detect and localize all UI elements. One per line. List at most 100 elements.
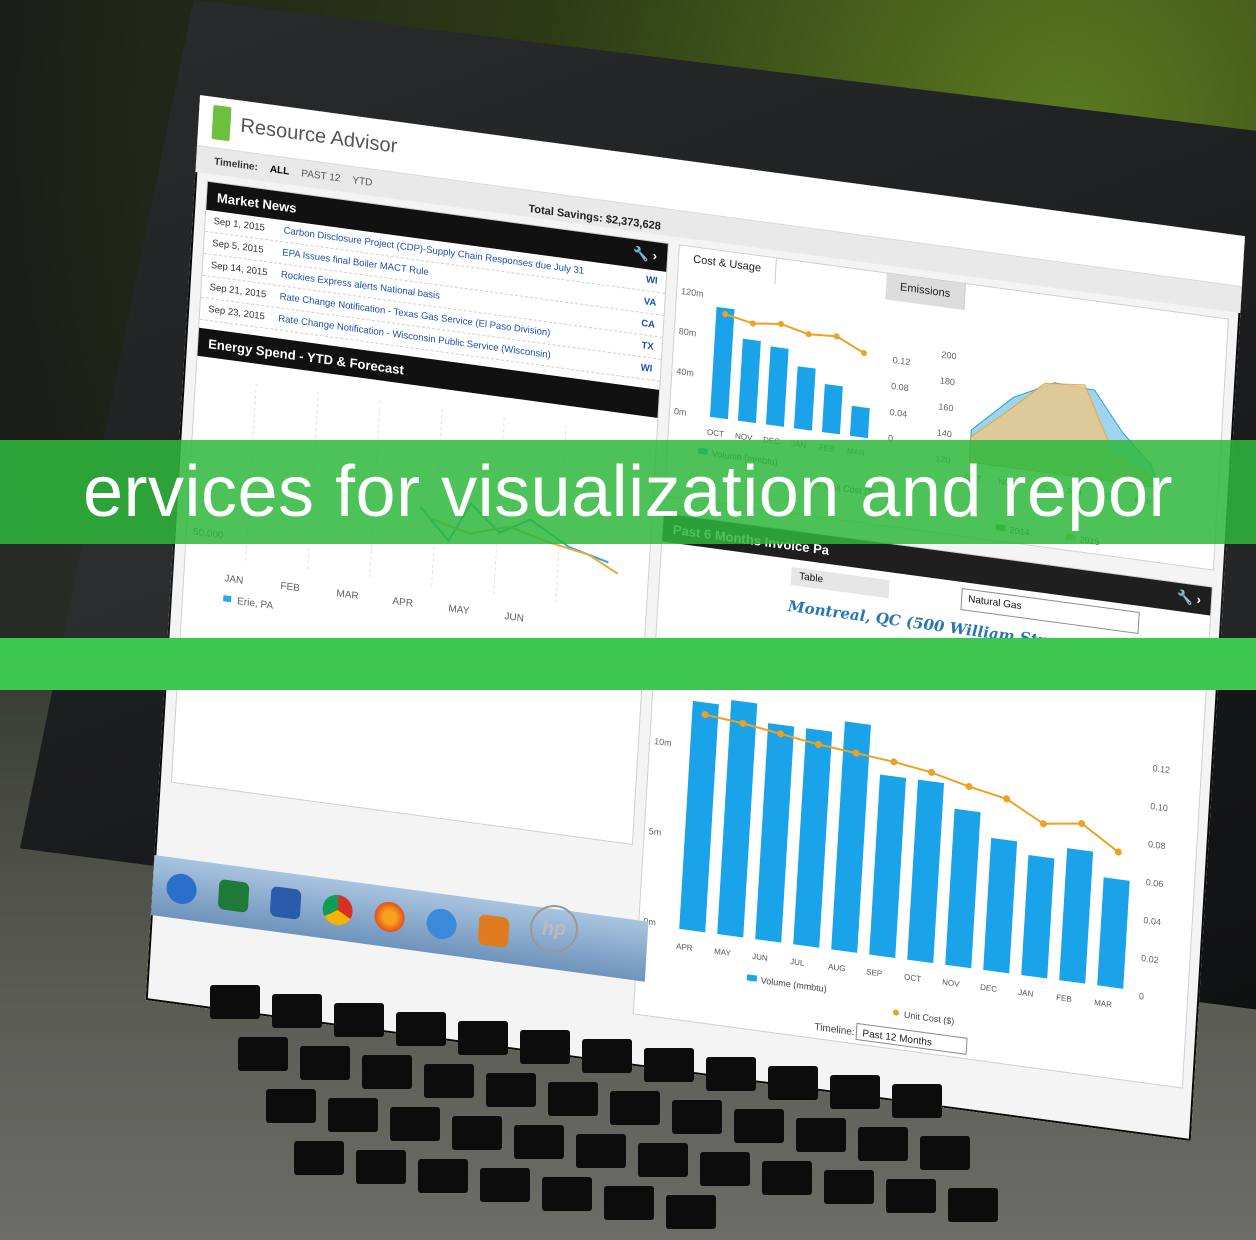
x-tick-label: MAR bbox=[1094, 998, 1112, 1009]
x-tick-label: NOV bbox=[942, 978, 960, 989]
news-state: VA bbox=[643, 296, 657, 309]
legend-swatch-volume bbox=[746, 974, 758, 982]
x-tick-label: SEP bbox=[866, 967, 883, 978]
x-tick-label: DEC bbox=[980, 983, 998, 994]
timeline-label: Timeline: bbox=[213, 155, 259, 173]
news-state: WI bbox=[640, 362, 653, 375]
keyboard-key bbox=[424, 1064, 474, 1098]
internet-explorer-icon[interactable] bbox=[425, 906, 458, 942]
outlook-icon[interactable] bbox=[477, 914, 510, 949]
emissions-y-tick: 200 bbox=[941, 349, 957, 361]
x-tick-label: AUG bbox=[828, 962, 846, 973]
panel-tools-icon[interactable]: 🔧 › bbox=[632, 245, 657, 264]
y-right-tick: 0.06 bbox=[1145, 877, 1163, 889]
emissions-y-tick: 180 bbox=[940, 375, 956, 387]
accent-strip bbox=[0, 638, 1256, 690]
news-state: CA bbox=[640, 317, 656, 331]
y-left-tick: 120m bbox=[681, 286, 704, 299]
keyboard-key bbox=[514, 1125, 564, 1159]
headline-text: ervices for visualization and repor bbox=[82, 452, 1173, 532]
volume-bar bbox=[793, 366, 816, 431]
chrome-icon[interactable] bbox=[321, 892, 354, 927]
app-title: Resource Advisor bbox=[239, 114, 398, 158]
keyboard-key bbox=[610, 1091, 660, 1125]
keyboard-key bbox=[858, 1127, 908, 1161]
keyboard-key bbox=[886, 1179, 936, 1213]
legend-volume-label: Volume (mmbtu) bbox=[761, 975, 827, 994]
headline-banner: ervices for visualization and repor bbox=[0, 440, 1256, 544]
keyboard-key bbox=[892, 1084, 942, 1118]
keyboard-key bbox=[300, 1046, 350, 1080]
volume-bar bbox=[907, 779, 945, 964]
news-date: Sep 21, 2015 bbox=[209, 281, 267, 301]
keyboard-key bbox=[486, 1073, 536, 1107]
excel-icon[interactable] bbox=[217, 878, 250, 913]
keyboard-key bbox=[334, 1003, 384, 1037]
keyboard-key bbox=[520, 1030, 570, 1064]
keyboard-key bbox=[920, 1136, 970, 1170]
legend-cost-label: Unit Cost ($) bbox=[904, 1010, 955, 1027]
keyboard-key bbox=[266, 1089, 316, 1123]
invoice-chart-svg: 20m10m5m0m0.120.100.080.060.040.020APRMA… bbox=[643, 646, 1170, 1055]
keyboard-key bbox=[666, 1195, 716, 1229]
y-right-tick: 0.12 bbox=[1152, 763, 1170, 775]
volume-bar bbox=[1021, 855, 1055, 979]
x-tick-label: MAY bbox=[714, 947, 732, 958]
volume-bar bbox=[737, 338, 761, 424]
news-state: TX bbox=[641, 340, 654, 353]
keyboard-key bbox=[576, 1134, 626, 1168]
keyboard-key bbox=[638, 1143, 688, 1177]
keyboard-key bbox=[768, 1066, 818, 1100]
volume-bar bbox=[1097, 877, 1130, 989]
volume-bar bbox=[765, 346, 789, 427]
y-left-tick: 80m bbox=[679, 326, 697, 338]
word-icon[interactable] bbox=[269, 885, 302, 920]
y-left-tick: 5m bbox=[649, 826, 662, 838]
keyboard-key bbox=[830, 1075, 880, 1109]
x-tick-label: JUL bbox=[790, 957, 805, 968]
keyboard-key bbox=[418, 1159, 468, 1193]
overlay-mid-band bbox=[0, 544, 1256, 638]
y-right-tick: 0 bbox=[1139, 991, 1145, 1002]
keyboard-key bbox=[238, 1037, 288, 1071]
keyboard-key bbox=[480, 1168, 530, 1202]
legend-swatch-cost bbox=[892, 1009, 899, 1016]
keyboard-key bbox=[458, 1021, 508, 1055]
keyboard-key bbox=[644, 1048, 694, 1082]
volume-bar bbox=[755, 723, 795, 943]
keyboard-key bbox=[328, 1098, 378, 1132]
y-right-tick: 0.08 bbox=[891, 381, 909, 393]
keyboard-key bbox=[948, 1188, 998, 1222]
x-tick-label: APR bbox=[676, 942, 693, 953]
keyboard-key bbox=[824, 1170, 874, 1204]
volume-bar bbox=[709, 306, 735, 420]
y-right-tick: 0.04 bbox=[889, 407, 907, 419]
volume-bar bbox=[945, 808, 981, 969]
y-left-tick: 40m bbox=[676, 366, 694, 378]
y-right-tick: 0.10 bbox=[1150, 801, 1168, 813]
keyboard-key bbox=[700, 1152, 750, 1186]
volume-bar bbox=[679, 700, 719, 933]
volume-bar bbox=[849, 405, 870, 439]
keyboard-key bbox=[706, 1057, 756, 1091]
firefox-icon[interactable] bbox=[373, 899, 406, 935]
keyboard-key bbox=[356, 1150, 406, 1184]
keyboard-key bbox=[396, 1012, 446, 1046]
x-tick-label: OCT bbox=[707, 428, 724, 439]
y-right-tick: 0.04 bbox=[1143, 915, 1161, 927]
volume-bar bbox=[869, 774, 907, 959]
start-button-icon[interactable] bbox=[165, 871, 198, 906]
keyboard-key bbox=[542, 1177, 592, 1211]
timeline-option-all[interactable]: ALL bbox=[270, 163, 290, 177]
timeline-option-past-12[interactable]: PAST 12 bbox=[301, 168, 341, 184]
market-news-title: Market News bbox=[216, 189, 297, 216]
keyboard-key bbox=[604, 1186, 654, 1220]
news-date: Sep 5, 2015 bbox=[211, 237, 264, 256]
x-tick-label: FEB bbox=[1056, 993, 1072, 1004]
volume-bar bbox=[821, 383, 843, 435]
x-tick-label: JAN bbox=[1018, 988, 1034, 999]
keyboard-key bbox=[452, 1116, 502, 1150]
news-date: Sep 1, 2015 bbox=[213, 215, 266, 234]
y-left-tick: 0m bbox=[674, 406, 687, 418]
timeline-option-ytd[interactable]: YTD bbox=[352, 175, 373, 189]
